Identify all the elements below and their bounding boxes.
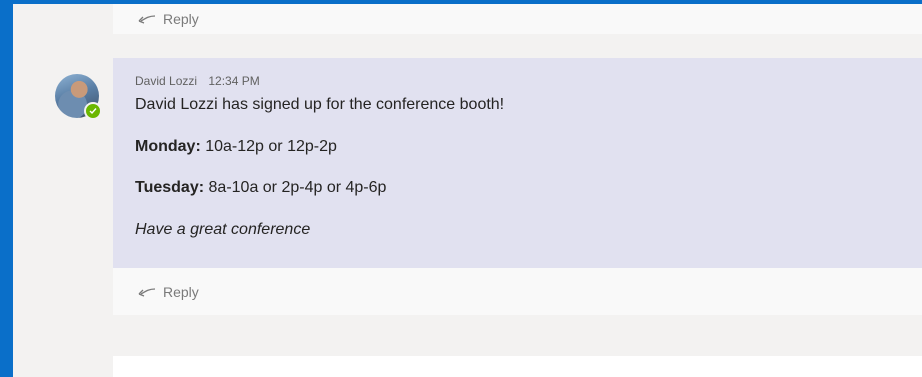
tuesday-value: 8a-10a or 2p-4p or 4p-6p (208, 179, 387, 196)
available-check-icon (84, 102, 102, 120)
tuesday-label: Tuesday: (135, 179, 205, 196)
message-timestamp: 12:34 PM (208, 74, 260, 88)
author-name[interactable]: David Lozzi (135, 74, 197, 88)
message-card: David Lozzi 12:34 PM David Lozzi has sig… (113, 58, 922, 268)
message-meta: David Lozzi 12:34 PM (135, 74, 260, 88)
closing-line: Have a great conference (135, 221, 311, 238)
reply-label: Reply (163, 283, 199, 300)
reply-button[interactable]: Reply (113, 268, 922, 315)
monday-value: 10a-12p or 12p-2p (205, 138, 337, 155)
reply-button-previous[interactable]: Reply (113, 4, 922, 34)
window-left-border (0, 0, 13, 377)
reply-arrow-icon (137, 12, 157, 26)
compose-box[interactable] (113, 356, 922, 377)
monday-label: Monday: (135, 138, 201, 155)
chat-canvas: Reply David Lozzi 12:34 PM David Lozzi h… (13, 4, 922, 377)
tuesday-schedule: Tuesday: 8a-10a or 2p-4p or 4p-6p (135, 179, 386, 197)
monday-schedule: Monday: 10a-12p or 12p-2p (135, 138, 337, 156)
reply-arrow-icon (137, 285, 157, 299)
reply-label: Reply (163, 11, 199, 27)
avatar[interactable] (55, 74, 102, 120)
message-body-line: David Lozzi has signed up for the confer… (135, 96, 505, 113)
